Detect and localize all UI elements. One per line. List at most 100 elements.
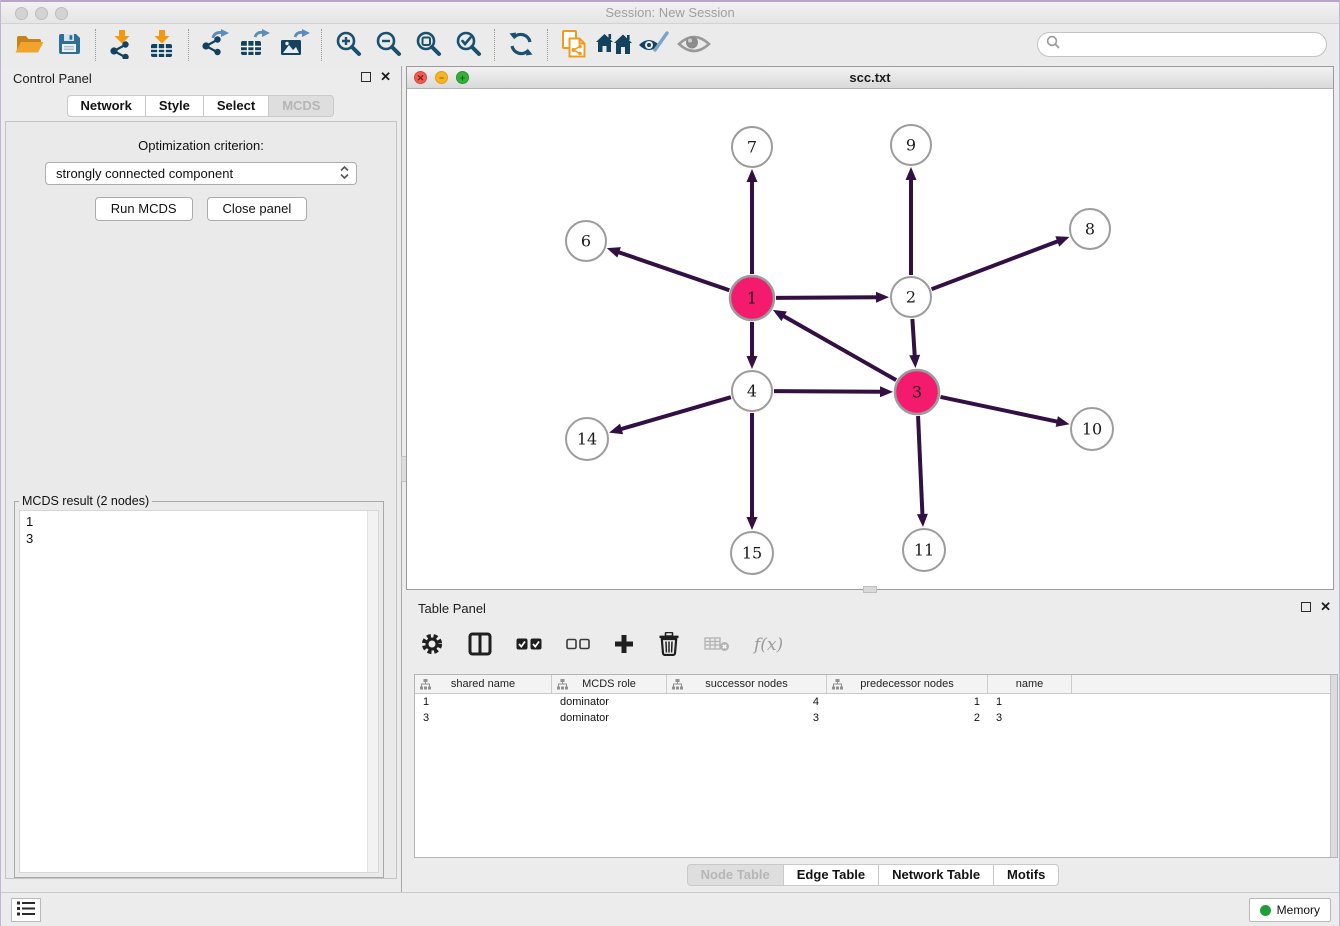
table-tab-network-table[interactable]: Network Table	[878, 864, 994, 886]
table-cell[interactable]: 1	[988, 694, 1072, 710]
column-header-successor-nodes[interactable]: successor nodes	[667, 675, 827, 693]
float-panel-icon[interactable]	[361, 72, 371, 82]
edge-4-14[interactable]	[620, 397, 731, 429]
search-icon	[1046, 35, 1060, 54]
node-label-2: 2	[906, 288, 916, 307]
table-cell[interactable]: dominator	[552, 694, 667, 710]
mcds-result-area[interactable]: 1 3	[19, 510, 379, 873]
table-scrollbar[interactable]	[1330, 675, 1337, 857]
float-table-panel-icon[interactable]	[1301, 602, 1311, 612]
export-image-button[interactable]	[275, 27, 315, 63]
refresh-button[interactable]	[501, 27, 541, 63]
network-resize-grip[interactable]	[863, 586, 877, 593]
close-panel-icon[interactable]: ✕	[380, 71, 391, 83]
result-scrollbar[interactable]	[367, 511, 378, 872]
control-tab-network[interactable]: Network	[67, 95, 146, 117]
network-window-titlebar[interactable]: ✕ − + scc.txt	[407, 67, 1333, 89]
table-cell[interactable]: 3	[988, 710, 1072, 726]
edge-2-8[interactable]	[932, 241, 1060, 289]
home-network-icon	[596, 31, 632, 60]
export-table-button[interactable]	[235, 27, 275, 63]
run-mcds-button[interactable]: Run MCDS	[95, 197, 193, 221]
arrowhead-1-2	[876, 292, 889, 303]
control-tab-mcds[interactable]: MCDS	[268, 95, 334, 117]
table-cell[interactable]: 3	[415, 710, 552, 726]
node-label-14: 14	[577, 430, 597, 449]
control-tab-select[interactable]: Select	[203, 95, 269, 117]
toolbar-separator	[547, 29, 548, 61]
arrowhead-4-14	[609, 424, 623, 435]
import-table-button[interactable]	[142, 27, 182, 63]
node-label-1: 1	[747, 289, 757, 308]
table-panel-header: Table Panel ✕	[406, 596, 1340, 622]
status-bar: Memory	[1, 892, 1339, 926]
control-panel-tabs: NetworkStyleSelectMCDS	[1, 95, 401, 117]
zoom-out-button[interactable]	[368, 27, 408, 63]
table-tabs: Node TableEdge TableNetwork TableMotifs	[406, 864, 1340, 886]
edge-3-1[interactable]	[782, 315, 896, 380]
column-header-shared-name[interactable]: shared name	[415, 675, 552, 693]
edge-3-11[interactable]	[918, 416, 922, 516]
table-tab-node-table[interactable]: Node Table	[687, 864, 784, 886]
memory-button[interactable]: Memory	[1249, 898, 1331, 922]
add-column-button[interactable]	[614, 634, 634, 657]
toolbar-separator	[188, 29, 189, 61]
task-history-button[interactable]	[11, 898, 41, 922]
edge-3-10[interactable]	[940, 397, 1058, 422]
node-label-10: 10	[1082, 420, 1102, 439]
table-tab-motifs[interactable]: Motifs	[993, 864, 1059, 886]
zoom-in-button[interactable]	[328, 27, 368, 63]
table-row[interactable]: 1dominator411	[415, 694, 1337, 710]
edge-4-3[interactable]	[774, 391, 882, 392]
edge-1-6[interactable]	[617, 252, 729, 290]
split-columns-icon	[468, 632, 492, 659]
table-row[interactable]: 3dominator323	[415, 710, 1337, 726]
select-all-button[interactable]	[516, 637, 542, 654]
control-panel-header: Control Panel ✕	[1, 66, 401, 92]
function-builder-button[interactable]: f(x)	[754, 635, 783, 655]
import-network-button[interactable]	[102, 27, 142, 63]
show-columns-button[interactable]	[468, 632, 492, 659]
table-settings-button[interactable]	[420, 632, 444, 659]
control-tab-style[interactable]: Style	[145, 95, 204, 117]
zoom-fit-button[interactable]	[408, 27, 448, 63]
show-eye-icon	[677, 32, 711, 59]
memory-label: Memory	[1277, 903, 1320, 917]
show-panels-button[interactable]	[674, 27, 714, 63]
table-tab-edge-table[interactable]: Edge Table	[783, 864, 879, 886]
column-header-MCDS-role[interactable]: MCDS role	[552, 675, 667, 693]
table-cell[interactable]: 3	[667, 710, 827, 726]
mcds-app-button[interactable]	[554, 27, 594, 63]
table-cell[interactable]: 2	[827, 710, 988, 726]
zoom-fit-icon	[413, 29, 443, 62]
export-network-button[interactable]	[195, 27, 235, 63]
hide-panels-button[interactable]	[634, 27, 674, 63]
gear-icon	[420, 632, 444, 659]
search-input[interactable]	[1065, 35, 1326, 55]
open-session-button[interactable]	[9, 27, 49, 63]
criterion-select[interactable]: strongly connected component	[45, 162, 357, 185]
tree-icon	[832, 679, 843, 693]
save-session-button[interactable]	[49, 27, 89, 63]
search-field[interactable]	[1037, 32, 1327, 57]
column-header-name[interactable]: name	[988, 675, 1072, 693]
deselect-all-button[interactable]	[566, 638, 590, 653]
delete-rows-button[interactable]	[658, 632, 680, 659]
node-table[interactable]: shared nameMCDS rolesuccessor nodesprede…	[414, 674, 1338, 858]
delete-column-button[interactable]	[704, 636, 730, 655]
close-panel-button[interactable]: Close panel	[207, 197, 308, 221]
network-canvas[interactable]: 7968124314101511	[407, 89, 1333, 589]
zoom-selected-button[interactable]	[448, 27, 488, 63]
table-cell[interactable]: 1	[415, 694, 552, 710]
table-cell[interactable]: dominator	[552, 710, 667, 726]
edge-1-2[interactable]	[776, 297, 878, 298]
mcds-app-icon	[560, 29, 588, 62]
home-network-button[interactable]	[594, 27, 634, 63]
toolbar-separator	[95, 29, 96, 61]
edge-2-3[interactable]	[912, 319, 914, 357]
column-header-predecessor-nodes[interactable]: predecessor nodes	[827, 675, 988, 693]
table-cell[interactable]: 1	[827, 694, 988, 710]
close-table-panel-icon[interactable]: ✕	[1320, 601, 1331, 613]
table-cell[interactable]: 4	[667, 694, 827, 710]
window-titlebar[interactable]: Session: New Session	[1, 0, 1339, 24]
